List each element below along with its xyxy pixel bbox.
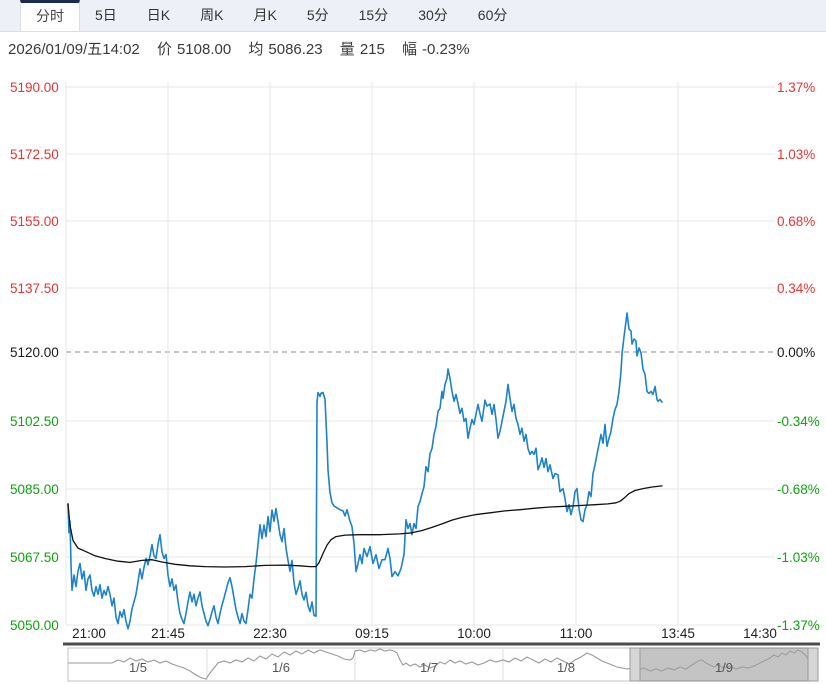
avg-pair: 均 5086.23 [248,41,322,58]
x-axis-time-label: 21:45 [151,626,185,641]
chart-period-tabbar: 分时 5日 日K 周K 月K 5分 15分 30分 60分 [0,0,826,32]
y-axis-percent-label: 0.68% [777,214,815,229]
y-axis-price-label: 5085.00 [10,482,59,497]
plot-area[interactable] [66,82,775,625]
price-value: 5108.00 [176,41,232,58]
futures-timeshare-app: 分时 5日 日K 周K 月K 5分 15分 30分 60分 2026/01/09… [0,0,826,684]
volume-value: 215 [359,41,385,58]
y-axis-price-label: 5050.00 [10,618,59,633]
y-axis-percent-label: 0.00% [777,345,815,360]
volume-label: 量 [339,41,355,58]
price-pair: 价 5108.00 [157,41,231,58]
y-axis-price-label: 5102.50 [10,414,59,429]
change-value: -0.23% [422,41,470,58]
x-axis-time-label: 21:00 [72,626,106,641]
change-pair: 幅 -0.23% [402,41,470,58]
x-axis-time-label: 10:00 [457,626,491,641]
quote-info-bar: 2026/01/09/五14:02 价 5108.00 均 5086.23 量 215… [8,38,483,59]
navigator-selection[interactable] [629,647,819,682]
tab-weekly-k[interactable]: 周K [185,0,238,31]
y-axis-percent-label: -0.68% [777,482,820,497]
tab-5min[interactable]: 5分 [292,0,344,31]
avg-value: 5086.23 [268,41,323,58]
y-axis-percent-label: -0.34% [777,414,820,429]
y-axis-percent-label: 1.37% [777,80,815,95]
avg-label: 均 [248,41,264,58]
tab-monthly-k[interactable]: 月K [238,0,291,31]
volume-pair: 量 215 [340,41,385,58]
tab-daily-k[interactable]: 日K [132,0,185,31]
tab-timeshare[interactable]: 分时 [20,0,80,31]
x-axis-time-label: 09:15 [355,626,389,641]
tab-5day[interactable]: 5日 [80,0,132,31]
x-axis-time-label: 13:45 [661,626,695,641]
price-label: 价 [156,41,172,58]
quote-datetime: 2026/01/09/五14:02 [8,41,140,58]
navigator-left-handle[interactable] [629,647,641,682]
y-axis-price-label: 5137.50 [10,281,59,296]
y-axis-percent-label: -1.37% [777,618,820,633]
tab-60min[interactable]: 60分 [463,0,523,31]
y-axis-price-label: 5067.50 [10,550,59,565]
y-axis-price-label: 5172.50 [10,147,59,162]
y-axis-percent-label: 1.03% [777,147,815,162]
y-axis-percent-label: 0.34% [777,281,815,296]
y-axis-price-label: 5190.00 [10,80,59,95]
x-axis-time-label: 11:00 [560,626,593,641]
tab-30min[interactable]: 30分 [403,0,463,31]
x-axis-time-label: 22:30 [253,626,287,641]
tab-15min[interactable]: 15分 [344,0,404,31]
change-label: 幅 [402,41,418,58]
timeshare-chart: 5190.00 1.37% 5172.50 1.03% 5155.00 0.68% 5137… [10,80,820,682]
y-axis-percent-label: -1.03% [777,550,820,565]
y-axis-price-label: 5120.00 [10,345,59,360]
y-axis-price-label: 5155.00 [10,214,59,229]
x-axis-time-label: 14:30 [743,626,777,641]
navigator-right-handle[interactable] [807,647,819,682]
